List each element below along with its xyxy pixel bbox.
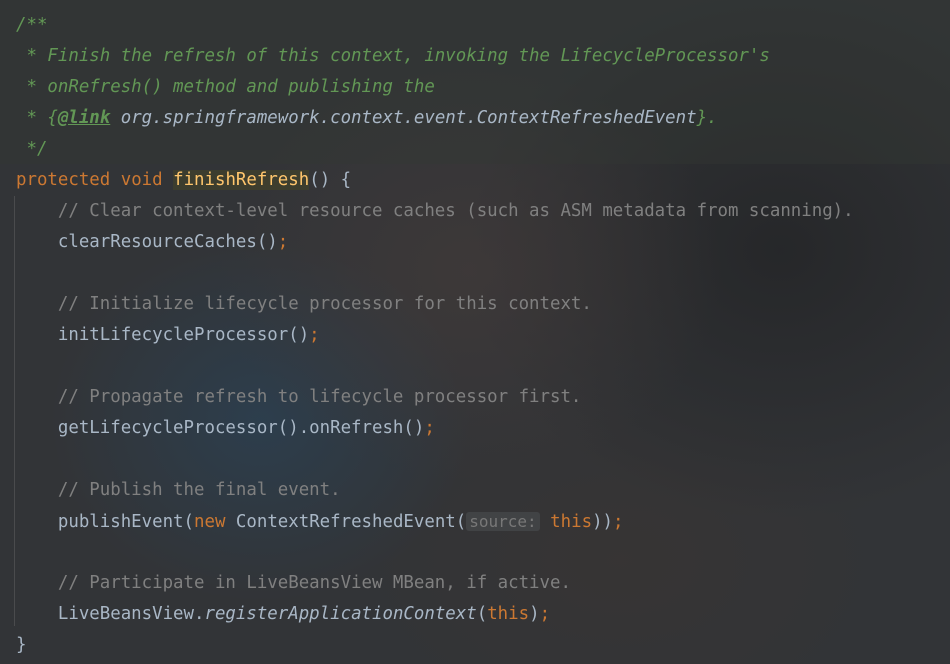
code-line-5[interactable]: */ <box>0 134 950 165</box>
method-declaration-name[interactable]: finishRefresh <box>173 170 310 190</box>
javadoc-text: * { <box>16 108 58 128</box>
line-comment: // Participate in LiveBeansView MBean, i… <box>57 573 571 593</box>
code-line-11[interactable]: initLifecycleProcessor(); <box>0 320 950 351</box>
static-method-call[interactable]: registerApplicationContext <box>204 604 476 624</box>
constructor-call[interactable]: ContextRefreshedEvent( <box>225 512 466 532</box>
code-line-19[interactable]: // Participate in LiveBeansView MBean, i… <box>0 568 950 599</box>
javadoc-text: * onRefresh() method and publishing the <box>16 77 435 97</box>
open-paren: ( <box>476 604 488 624</box>
new-keyword: new <box>194 512 226 532</box>
code-line-21[interactable]: } <box>0 630 950 661</box>
closing-brace: } <box>16 635 27 655</box>
javadoc-open: /** <box>16 15 48 35</box>
semicolon: ; <box>613 512 624 532</box>
signature-rest: () { <box>309 170 352 190</box>
method-call[interactable]: getLifecycleProcessor().onRefresh() <box>58 418 424 438</box>
code-line-6[interactable]: protected void finishRefresh() { <box>0 165 950 196</box>
javadoc-link-tag[interactable]: @link <box>58 108 110 128</box>
semicolon: ; <box>539 604 551 624</box>
parameter-name-hint: source: <box>466 512 540 531</box>
code-line-16[interactable]: // Publish the final event. <box>0 475 950 506</box>
code-area[interactable]: /** * Finish the refresh of this context… <box>0 10 950 661</box>
semicolon: ; <box>309 325 320 345</box>
javadoc-link-reference[interactable]: org.springframework.context.event.Contex… <box>110 108 697 128</box>
code-line-18[interactable] <box>0 537 950 568</box>
code-editor[interactable]: /** * Finish the refresh of this context… <box>0 0 950 664</box>
semicolon: ; <box>424 418 435 438</box>
javadoc-text: * Finish the refresh of this context, in… <box>16 46 770 66</box>
javadoc-close: */ <box>16 139 48 159</box>
class-reference[interactable]: LiveBeansView. <box>58 604 205 624</box>
line-comment: // Clear context-level resource caches (… <box>57 201 854 221</box>
closing-parens: )) <box>592 512 614 532</box>
code-line-17[interactable]: publishEvent(new ContextRefreshedEvent(s… <box>0 506 950 537</box>
code-line-4[interactable]: * {@link org.springframework.context.eve… <box>0 103 950 134</box>
method-call[interactable]: initLifecycleProcessor() <box>58 325 309 345</box>
code-line-1[interactable]: /** <box>0 10 950 41</box>
code-line-12[interactable] <box>0 351 950 382</box>
line-comment: // Initialize lifecycle processor for th… <box>57 294 592 314</box>
code-line-10[interactable]: // Initialize lifecycle processor for th… <box>0 289 950 320</box>
semicolon: ; <box>277 232 289 252</box>
code-line-20[interactable]: LiveBeansView.registerApplicationContext… <box>0 599 950 630</box>
this-keyword: this <box>487 604 530 624</box>
code-line-13[interactable]: // Propagate refresh to lifecycle proces… <box>0 382 950 413</box>
code-line-2[interactable]: * Finish the refresh of this context, in… <box>0 41 950 72</box>
modifier-keyword: protected <box>16 170 111 190</box>
code-line-9[interactable] <box>0 258 950 289</box>
code-line-15[interactable] <box>0 444 950 475</box>
return-type-keyword: void <box>120 170 163 190</box>
line-comment: // Publish the final event. <box>57 480 341 500</box>
javadoc-text: }. <box>696 108 718 128</box>
close-paren: ) <box>529 604 540 624</box>
code-line-8[interactable]: clearResourceCaches(); <box>0 227 950 258</box>
method-call[interactable]: publishEvent( <box>58 512 194 532</box>
this-keyword: this <box>550 512 593 532</box>
code-line-7[interactable]: // Clear context-level resource caches (… <box>0 196 950 227</box>
code-line-3[interactable]: * onRefresh() method and publishing the <box>0 72 950 103</box>
line-comment: // Propagate refresh to lifecycle proces… <box>57 387 582 407</box>
method-call[interactable]: clearResourceCaches() <box>58 232 278 252</box>
code-line-14[interactable]: getLifecycleProcessor().onRefresh(); <box>0 413 950 444</box>
